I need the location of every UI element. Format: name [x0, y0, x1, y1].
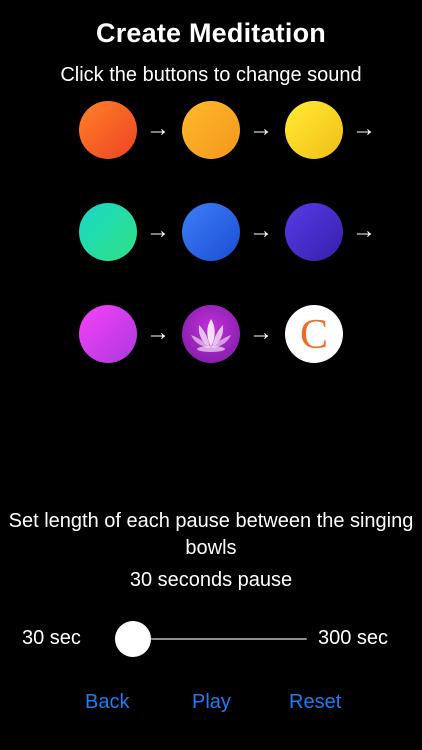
bowl-lotus-button[interactable]	[182, 305, 240, 363]
slider-max-label: 300 sec	[318, 627, 389, 649]
bowl-row-2: → → →	[79, 203, 399, 261]
pause-length-slider[interactable]	[115, 620, 307, 658]
bowl-yellow-button[interactable]	[285, 101, 343, 159]
bowl-row-1: → → →	[79, 101, 399, 159]
bowl-red-orange-button[interactable]	[79, 101, 137, 159]
pause-value-label: 30 seconds pause	[129, 569, 293, 591]
c-logo-icon: C	[300, 312, 328, 358]
bowl-grid: → → → → → → → → C	[79, 101, 399, 363]
arrow-icon: →	[249, 115, 273, 142]
svg-text:C: C	[300, 312, 328, 358]
arrow-icon: →	[249, 319, 273, 346]
arrow-icon: →	[249, 217, 273, 244]
arrow-icon: →	[146, 115, 170, 142]
reset-button[interactable]: Reset	[289, 691, 341, 714]
bowl-magenta-button[interactable]	[79, 305, 137, 363]
page-title: Create Meditation	[96, 18, 326, 48]
back-button[interactable]: Back	[85, 691, 129, 714]
arrow-icon: →	[146, 217, 170, 244]
slider-thumb[interactable]	[115, 621, 151, 657]
arrow-icon: →	[352, 115, 376, 142]
arrow-icon: →	[352, 217, 376, 244]
bowl-blue-button[interactable]	[182, 203, 240, 261]
bowl-orange-button[interactable]	[182, 101, 240, 159]
lotus-icon	[191, 319, 231, 352]
page-subtitle: Click the buttons to change sound	[60, 64, 362, 86]
bowl-row-3: → → C	[79, 305, 399, 363]
slider-min-label: 30 sec	[22, 627, 81, 649]
pause-description: Set length of each pause between the sin…	[8, 510, 414, 559]
arrow-icon: →	[146, 319, 170, 346]
bowl-c-logo-button[interactable]: C	[285, 305, 343, 363]
bowl-teal-button[interactable]	[79, 203, 137, 261]
bowl-indigo-button[interactable]	[285, 203, 343, 261]
play-button[interactable]: Play	[192, 691, 231, 714]
